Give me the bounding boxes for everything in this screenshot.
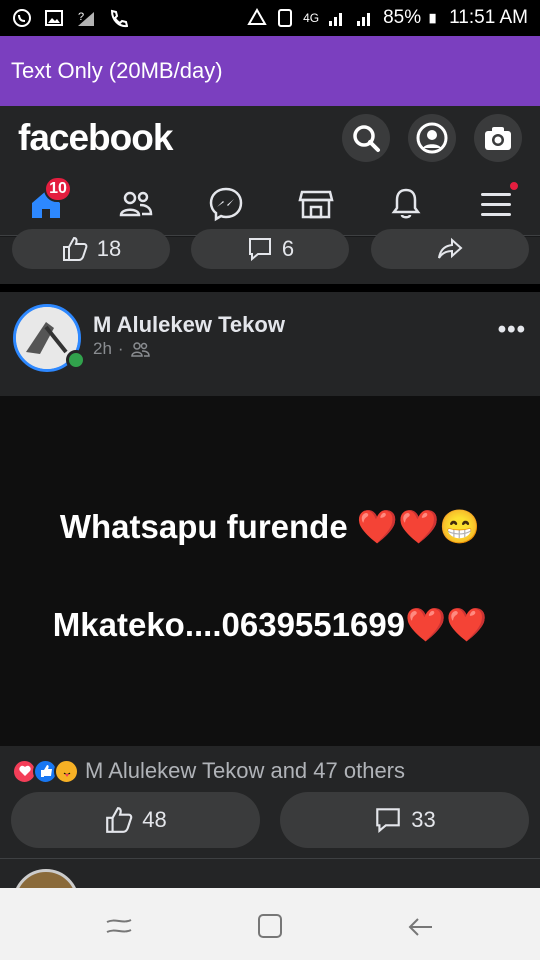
status-bar: ? 4G 85% 11:51 AM (0, 0, 540, 36)
call-icon (110, 9, 128, 28)
prev-share-button[interactable] (371, 229, 529, 269)
clock: 11:51 AM (449, 7, 528, 28)
nav-bar: 10 (0, 170, 540, 236)
like-icon (62, 236, 88, 261)
network-type: 4G (303, 11, 320, 25)
previous-post-actions: 18 6 (0, 229, 540, 284)
marketplace-icon (298, 190, 334, 219)
comment-count: 33 (411, 807, 436, 832)
text-only-banner[interactable]: Text Only (20MB/day) (0, 36, 540, 106)
nav-marketplace[interactable] (296, 184, 336, 224)
facebook-logo: facebook (18, 117, 173, 158)
post-options-button[interactable]: ••• (498, 316, 526, 344)
prev-like-count: 18 (96, 236, 122, 261)
comment-icon (376, 808, 401, 834)
share-icon (438, 237, 463, 259)
reaction-text: M Alulekew Tekow and 47 others (85, 758, 405, 783)
post-text-line-1: Whatsapu furende ❤️❤️😁 (59, 508, 481, 545)
back-icon[interactable] (405, 912, 435, 942)
like-count: 48 (142, 807, 167, 832)
home-badge: 10 (44, 176, 72, 202)
friends-audience-icon (130, 342, 150, 357)
post-meta: 2h · (93, 339, 150, 359)
camera-icon (485, 127, 511, 150)
home-button-icon[interactable] (256, 912, 284, 940)
friends-icon (119, 191, 153, 217)
battery-icon (429, 13, 436, 24)
profile-button[interactable] (408, 114, 456, 162)
whatsapp-icon (13, 9, 31, 27)
feed-separator (0, 284, 540, 292)
menu-dot (508, 180, 520, 192)
post-content: Whatsapu furende ❤️❤️😁 Mkateko....063955… (0, 396, 540, 746)
signal-icon (329, 13, 343, 26)
system-nav-bar (0, 888, 540, 960)
care-reaction-icon (54, 758, 79, 784)
battery-percent: 85% (383, 7, 422, 28)
meta-separator: · (117, 339, 124, 358)
reaction-summary[interactable]: M Alulekew Tekow and 47 others (12, 758, 405, 784)
nav-notifications[interactable] (386, 184, 426, 224)
signal-icon-2 (357, 13, 371, 26)
camera-button[interactable] (474, 114, 522, 162)
like-button[interactable]: 48 (11, 792, 260, 848)
signal-unknown-icon: ? (78, 11, 94, 26)
hamburger-icon (481, 193, 511, 216)
online-indicator (66, 350, 86, 370)
feed-post: M Alulekew Tekow 2h · ••• Whatsapu furen… (0, 292, 540, 858)
search-button[interactable] (342, 114, 390, 162)
post-author[interactable]: M Alulekew Tekow (93, 312, 285, 338)
sim-icon (278, 9, 293, 27)
comment-icon (248, 238, 271, 262)
next-post-peek (0, 858, 540, 935)
nav-menu[interactable] (476, 180, 520, 224)
prev-like-button[interactable]: 18 (12, 229, 170, 269)
profile-icon (416, 122, 448, 154)
messenger-icon (209, 187, 243, 222)
bell-icon (391, 188, 421, 219)
recent-apps-icon[interactable] (104, 912, 134, 942)
nav-home[interactable]: 10 (26, 176, 72, 224)
search-icon (353, 125, 380, 152)
prev-comment-count: 6 (281, 236, 295, 261)
comment-button[interactable]: 33 (280, 792, 529, 848)
text-only-label: Text Only (20MB/day) (11, 58, 223, 83)
nav-messenger[interactable] (206, 184, 246, 224)
post-time[interactable]: 2h (93, 339, 112, 359)
svg-text:?: ? (78, 11, 84, 23)
app-header: facebook (0, 106, 540, 170)
gallery-icon (45, 10, 63, 26)
like-icon (106, 807, 133, 833)
data-saver-icon (247, 8, 267, 25)
post-text-line-2: Mkateko....0639551699❤️❤️ (52, 606, 488, 643)
prev-comment-button[interactable]: 6 (191, 229, 349, 269)
nav-friends[interactable] (116, 184, 156, 224)
